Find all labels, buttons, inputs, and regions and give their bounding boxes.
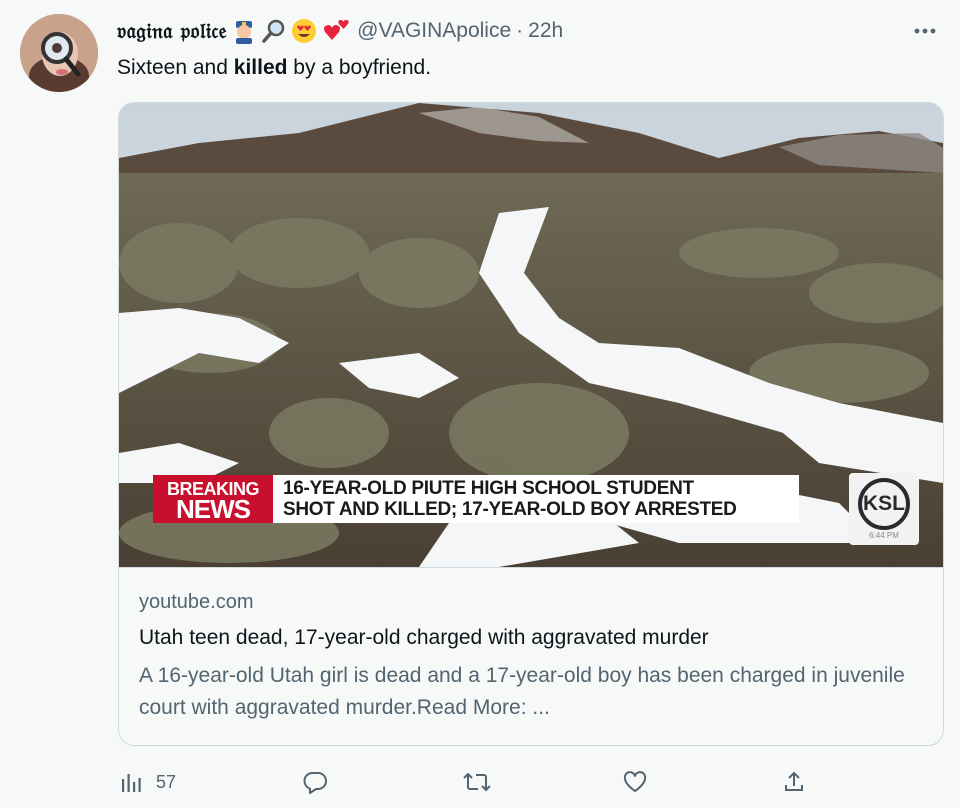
analytics-button[interactable]: 57 xyxy=(120,762,176,802)
display-name[interactable]: 𝔳𝔞𝔤𝔦𝔫𝔞 𝔭𝔬𝔩𝔦𝔠𝔢 xyxy=(117,18,227,44)
police-officer-icon xyxy=(231,18,257,44)
two-hearts-icon xyxy=(321,18,349,44)
handle[interactable]: @VAGINApolice xyxy=(357,19,511,43)
tweet-text: Sixteen and killed by a boyfriend. xyxy=(117,56,431,80)
timestamp[interactable]: 22h xyxy=(528,19,563,43)
retweet-button[interactable] xyxy=(462,762,492,802)
avatar-image xyxy=(20,14,98,92)
like-button[interactable] xyxy=(622,762,648,802)
tweet-text-bold: killed xyxy=(233,56,288,79)
tweet-text-start: Sixteen and xyxy=(117,56,234,79)
headline-line-2: SHOT AND KILLED; 17-YEAR-OLD BOY ARRESTE… xyxy=(283,499,737,520)
heart-eyes-icon xyxy=(291,18,317,44)
share-icon xyxy=(785,771,803,791)
card-description: A 16-year-old Utah girl is dead and a 17… xyxy=(139,664,905,719)
separator: · xyxy=(516,19,524,42)
breaking-news-badge: BREAKING NEWS xyxy=(153,475,273,523)
station-logo: KSL 6:44 PM xyxy=(849,473,919,545)
news-label: NEWS xyxy=(176,494,251,524)
more-icon xyxy=(914,28,936,34)
card-title[interactable]: Utah teen dead, 17-year-old charged with… xyxy=(139,626,923,650)
analytics-icon xyxy=(122,774,141,792)
station-time: 6:44 PM xyxy=(869,531,899,540)
share-button[interactable] xyxy=(782,762,806,802)
headline-line-1: 16-YEAR-OLD PIUTE HIGH SCHOOL STUDENT xyxy=(283,478,694,499)
action-bar: 57 xyxy=(118,762,818,802)
news-headline-banner: 16-YEAR-OLD PIUTE HIGH SCHOOL STUDENT SH… xyxy=(273,475,799,523)
reply-button[interactable] xyxy=(302,762,328,802)
card-domain: youtube.com xyxy=(139,591,254,613)
retweet-icon xyxy=(463,772,491,792)
like-icon xyxy=(623,771,647,792)
avatar[interactable] xyxy=(20,14,98,92)
tweet[interactable]: 𝔳𝔞𝔤𝔦𝔫𝔞 𝔭𝔬𝔩𝔦𝔠𝔢 @VAGINApolice · 22h Sixtee… xyxy=(0,0,960,808)
ksl-logo-icon: KSL xyxy=(858,478,910,530)
reply-icon xyxy=(303,772,327,794)
tweet-header: 𝔳𝔞𝔤𝔦𝔫𝔞 𝔭𝔬𝔩𝔦𝔠𝔢 @VAGINApolice · 22h xyxy=(117,16,940,46)
tweet-text-end: by a boyfriend. xyxy=(287,56,432,79)
card-image[interactable]: BREAKING NEWS 16-YEAR-OLD PIUTE HIGH SCH… xyxy=(119,103,943,568)
views-count: 57 xyxy=(156,771,177,792)
more-options-button[interactable] xyxy=(910,16,940,46)
magnifier-icon xyxy=(261,18,287,44)
link-card[interactable]: BREAKING NEWS 16-YEAR-OLD PIUTE HIGH SCH… xyxy=(118,102,944,746)
card-info[interactable]: youtube.com Utah teen dead, 17-year-old … xyxy=(139,591,923,724)
